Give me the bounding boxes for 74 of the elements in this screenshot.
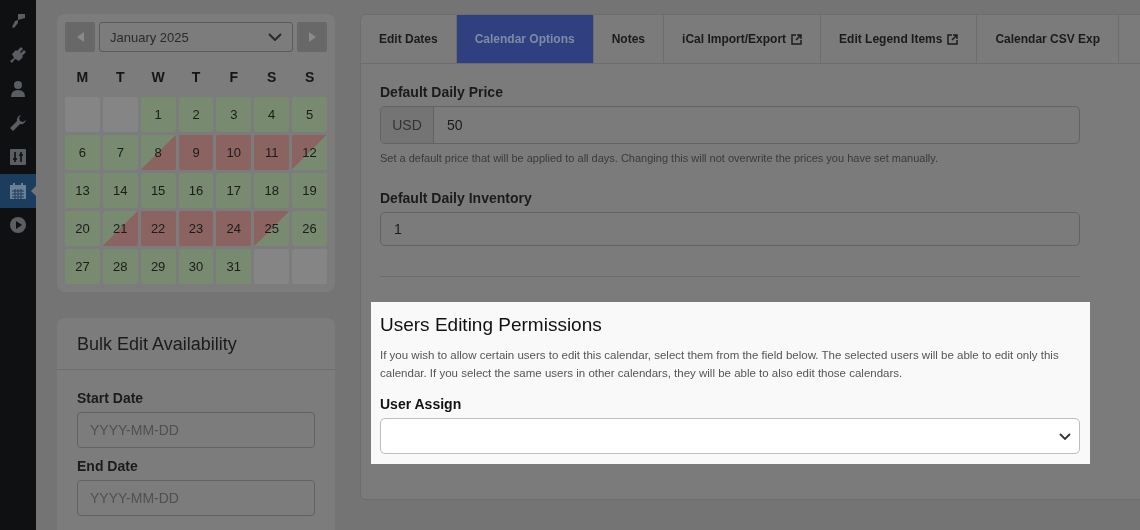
calendar-day[interactable]: 1 (140, 97, 176, 132)
weekday-label: S (266, 68, 278, 87)
inventory-field[interactable]: 1 (380, 212, 1080, 246)
weekday-label: F (228, 68, 240, 87)
weekday-label: M (75, 68, 90, 87)
chevron-down-icon (1059, 432, 1071, 440)
tab[interactable]: Notes (593, 15, 665, 63)
calendar-day[interactable]: 29 (140, 249, 176, 284)
right-triangle-icon (308, 32, 316, 42)
tab[interactable]: Calendar CSV Exp (977, 15, 1120, 63)
user-icon (9, 80, 27, 98)
calendar-day[interactable]: 31 (216, 249, 252, 284)
calendar-icon (9, 182, 27, 200)
calendar-day[interactable]: 30 (178, 249, 214, 284)
weekday-label: T (190, 68, 202, 87)
calendar-day[interactable]: 11 (254, 135, 290, 170)
field-label: End Date (77, 458, 139, 474)
weekday-label: W (150, 68, 166, 87)
user-assign-select[interactable] (380, 418, 1080, 454)
left-triangle-icon (76, 32, 84, 42)
calendar-day[interactable]: 8 (140, 135, 176, 170)
previous-month-button[interactable] (65, 22, 95, 52)
calendar-day[interactable]: 16 (178, 173, 214, 208)
calendar-day[interactable]: 9 (178, 135, 214, 170)
calendar-day[interactable]: 19 (292, 173, 327, 208)
calendar-day[interactable]: 7 (102, 135, 138, 170)
calendar-day[interactable]: 25 (254, 211, 290, 246)
calendar-day[interactable]: 2 (178, 97, 214, 132)
calendar-day[interactable]: 23 (178, 211, 214, 246)
calendar-day[interactable]: 28 (102, 249, 138, 284)
calendar-day[interactable]: 14 (102, 173, 138, 208)
field-label: Default Daily Price (380, 84, 504, 100)
tab[interactable]: Edit Legend Items (821, 15, 978, 63)
field-label: User Assign (380, 396, 463, 412)
tab[interactable]: Calendar Options (456, 15, 594, 63)
calendar-day[interactable]: 22 (140, 211, 176, 246)
calendar-day[interactable]: 13 (65, 173, 100, 208)
calendar-day[interactable]: 26 (292, 211, 327, 246)
chevron-down-icon (268, 33, 282, 41)
field-label: Start Date (77, 390, 145, 406)
weekday-label: T (115, 68, 126, 87)
external-link-icon (791, 33, 803, 45)
calendar-day[interactable]: 6 (65, 135, 100, 170)
calendar-day[interactable]: 5 (292, 97, 327, 132)
calendar-day[interactable]: 15 (140, 173, 176, 208)
calendar-day[interactable]: 21 (102, 211, 138, 246)
next-month-button[interactable] (297, 22, 327, 52)
calendar-day[interactable]: 17 (216, 173, 252, 208)
play-icon (9, 216, 27, 234)
calendar-day[interactable]: 3 (216, 97, 252, 132)
external-link-icon (947, 33, 959, 45)
month-select[interactable]: January 2025 (99, 22, 293, 52)
sliders-icon (9, 148, 27, 166)
sidebar-item[interactable] (0, 174, 36, 208)
calendar-day[interactable]: 4 (254, 97, 290, 132)
brush-icon (9, 12, 27, 30)
card-title: Bulk Edit Availability (57, 318, 335, 370)
field-label: Default Daily Inventory (380, 190, 533, 206)
calendar-day[interactable]: 18 (254, 173, 290, 208)
weekday-label: S (303, 68, 316, 87)
plug-icon (9, 46, 27, 64)
calendar-day[interactable]: 20 (65, 211, 100, 246)
wrench-icon (9, 114, 27, 132)
calendar-day[interactable]: 10 (216, 135, 252, 170)
section-description: If you wish to allow certain users to edit this calendar, select them from the field below. The selected users will be able to edit only this calendar. If you select the same users in other calendars, they will be able to also edit those calendars. (380, 348, 1060, 381)
currency-addon: USD (381, 107, 434, 143)
help-text: Set a default price that will be applied to all days. Changing this will not overwrite the prices you have set manually. (380, 152, 940, 164)
calendar-day[interactable]: 27 (65, 249, 100, 284)
tab[interactable]: Edit Dates (361, 15, 457, 63)
calendar-day[interactable]: 12 (292, 135, 327, 170)
section-title: Users Editing Permissions (380, 314, 603, 336)
calendar-day[interactable]: 24 (216, 211, 252, 246)
tab[interactable]: iCal Import/Export (664, 15, 822, 63)
price-field[interactable]: USD 50 (380, 106, 1080, 144)
